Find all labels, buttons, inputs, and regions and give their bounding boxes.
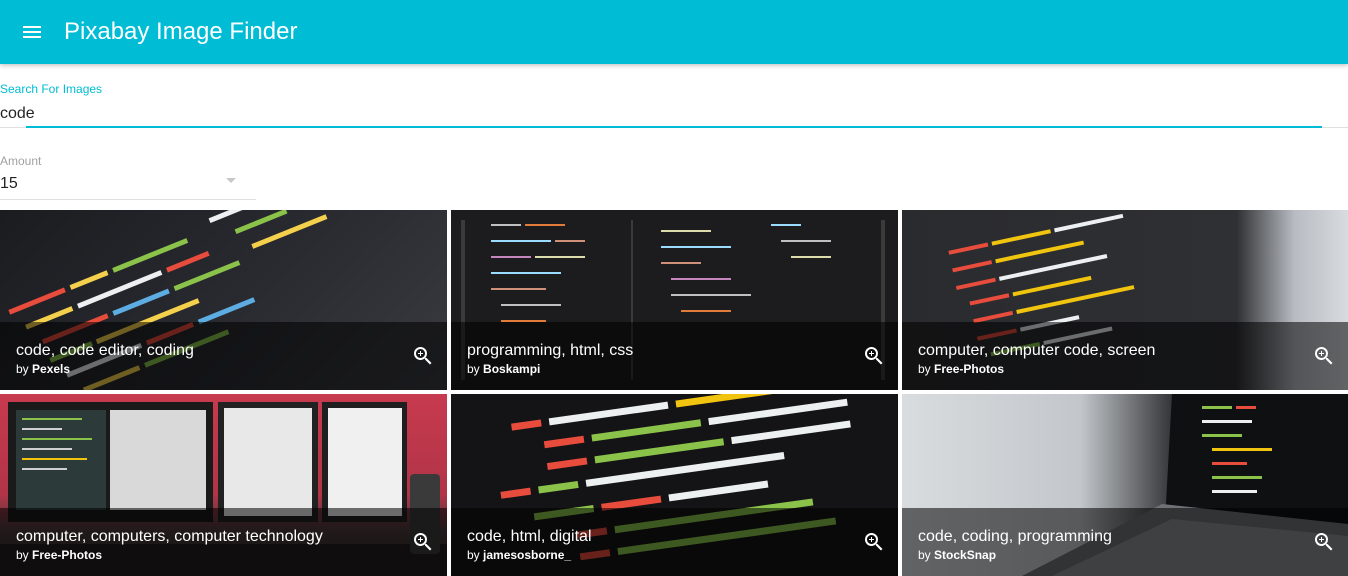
tile-title: code, html, digital [467,528,592,545]
tile-subtitle: by Pexels [16,362,71,376]
image-tile[interactable]: code, code editor, coding by Pexels [0,210,447,390]
tile-title: programming, html, css [467,342,634,359]
tile-caption-bar: computer, computer code, screen by Free-… [902,322,1348,390]
tile-author: Free-Photos [32,548,103,562]
tile-caption-bar: code, html, digital by jamesosborne_ [451,508,898,576]
menu-icon[interactable] [16,16,48,48]
zoom-in-icon[interactable] [411,530,435,554]
tile-author: Pexels [32,362,71,376]
tile-caption-bar: code, coding, programming by StockSnap [902,508,1348,576]
tile-caption-bar: code, code editor, coding by Pexels [0,322,447,390]
amount-label: Amount [0,154,42,168]
search-input[interactable] [0,100,1322,128]
image-grid: code, code editor, coding by Pexels prog… [0,210,1348,576]
tile-author: Boskampi [483,362,541,376]
app-bar: Pixabay Image Finder [0,0,1348,64]
image-tile[interactable]: code, coding, programming by StockSnap [902,394,1348,576]
tile-subtitle: by Free-Photos [918,362,1005,376]
tile-subtitle: by StockSnap [918,548,997,562]
zoom-in-icon[interactable] [1312,344,1336,368]
tile-caption-bar: computer, computers, computer technology… [0,508,447,576]
tile-caption-bar: programming, html, css by Boskampi [451,322,898,390]
tile-title: computer, computer code, screen [918,342,1156,359]
search-label: Search For Images [0,82,103,96]
search-underline-focus [26,126,1322,128]
zoom-in-icon[interactable] [411,344,435,368]
image-tile[interactable]: code, html, digital by jamesosborne_ [451,394,898,576]
app-title: Pixabay Image Finder [64,18,298,45]
tile-author: Free-Photos [934,362,1005,376]
tile-author: jamesosborne_ [483,548,572,562]
tile-subtitle: by Free-Photos [16,548,103,562]
zoom-in-icon[interactable] [862,530,886,554]
image-tile[interactable]: programming, html, css by Boskampi [451,210,898,390]
tile-subtitle: by jamesosborne_ [467,548,572,562]
zoom-in-icon[interactable] [1312,530,1336,554]
zoom-in-icon[interactable] [862,344,886,368]
image-tile[interactable]: computer, computers, computer technology… [0,394,447,576]
image-tile[interactable]: computer, computer code, screen by Free-… [902,210,1348,390]
tile-title: code, coding, programming [918,528,1112,545]
amount-underline [0,199,256,200]
tile-author: StockSnap [934,548,997,562]
amount-select[interactable]: 15 [0,170,256,200]
tile-title: computer, computers, computer technology [16,528,323,545]
dropdown-arrow-icon[interactable] [226,178,236,183]
tile-title: code, code editor, coding [16,342,194,359]
amount-value: 15 [0,175,18,192]
tile-subtitle: by Boskampi [467,362,541,376]
